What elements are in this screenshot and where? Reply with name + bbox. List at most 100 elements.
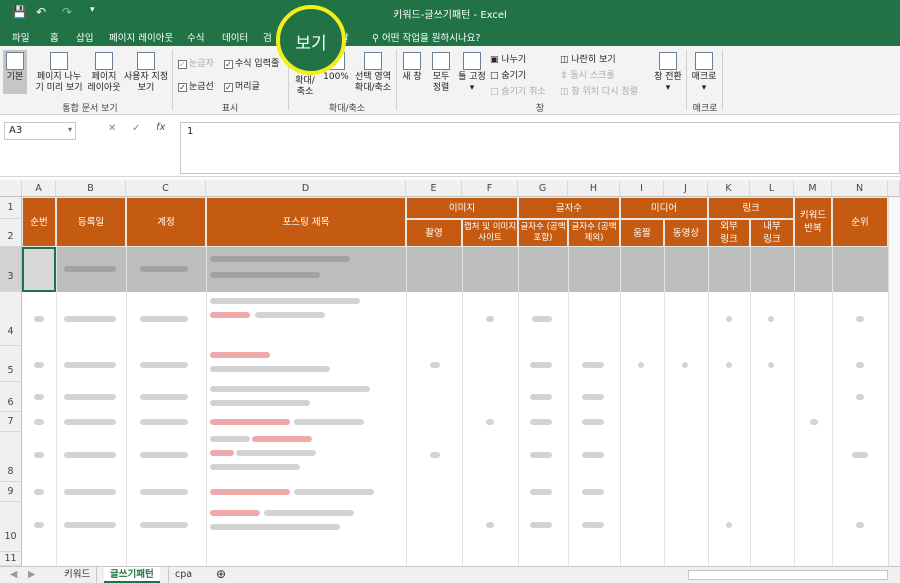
column-header[interactable]: B bbox=[56, 180, 126, 197]
custom-views-icon bbox=[137, 52, 155, 70]
sync-scroll-button[interactable]: ⇕ 동시 스크롤 bbox=[560, 68, 615, 81]
column-header[interactable]: L bbox=[750, 180, 794, 197]
ruler-checkbox[interactable]: ✓ 눈금자 bbox=[178, 56, 214, 69]
blurred-text bbox=[582, 394, 604, 400]
header-cell[interactable]: 글자수 (공백포함) bbox=[518, 219, 568, 247]
tab-file[interactable]: 파일 bbox=[12, 30, 29, 44]
header-cell[interactable]: 글자수 (공백제외) bbox=[568, 219, 620, 247]
scroll-right-icon[interactable]: ▶ bbox=[22, 567, 41, 583]
blurred-text bbox=[726, 362, 732, 368]
cancel-icon[interactable]: ✕ bbox=[108, 123, 116, 134]
row-header[interactable]: 8 bbox=[0, 432, 22, 482]
header-cell[interactable]: 동영상 bbox=[664, 219, 708, 247]
tab-review[interactable]: 검 bbox=[263, 30, 272, 44]
tab-page-layout[interactable]: 페이지 레이아웃 bbox=[109, 30, 173, 44]
tab-formulas[interactable]: 수식 bbox=[187, 30, 204, 44]
column-header[interactable]: K bbox=[708, 180, 750, 197]
tab-insert[interactable]: 삽입 bbox=[76, 30, 93, 44]
row-header[interactable]: 5 bbox=[0, 346, 22, 382]
column-header[interactable]: E bbox=[406, 180, 462, 197]
row-header[interactable]: 2 bbox=[0, 219, 22, 247]
vertical-scrollbar[interactable] bbox=[888, 197, 900, 566]
freeze-panes-icon bbox=[463, 52, 481, 70]
page-break-icon bbox=[50, 52, 68, 70]
horizontal-scrollbar[interactable] bbox=[688, 570, 888, 580]
tell-me[interactable]: ⚲ 어떤 작업을 원하시나요? bbox=[372, 30, 480, 44]
sheet-tab-active[interactable]: 글쓰기패턴 bbox=[104, 567, 160, 583]
zoom-selection-button[interactable]: 선택 영역 확대/축소 bbox=[353, 52, 393, 94]
select-all-corner[interactable] bbox=[0, 180, 22, 197]
row-header[interactable]: 3 bbox=[0, 247, 22, 292]
unhide-button[interactable]: □ 숨기기 취소 bbox=[490, 84, 546, 97]
chevron-down-icon[interactable]: ▾ bbox=[68, 125, 72, 134]
headings-checkbox[interactable]: ✓ 머리글 bbox=[224, 79, 260, 92]
worksheet-grid[interactable]: A B C D E F G H I J K L M N 1 2 3 4 5 6 … bbox=[0, 180, 900, 566]
active-tab-highlight[interactable]: 보기 bbox=[276, 5, 346, 75]
column-header[interactable]: J bbox=[664, 180, 708, 197]
formula-input[interactable]: 1 bbox=[180, 122, 900, 174]
header-cell[interactable]: 순번 bbox=[22, 197, 56, 247]
row-header[interactable]: 4 bbox=[0, 292, 22, 346]
gridlines-checkbox[interactable]: ✓ 눈금선 bbox=[178, 79, 214, 92]
column-header[interactable]: A bbox=[22, 180, 56, 197]
column-header[interactable]: H bbox=[568, 180, 620, 197]
column-header[interactable]: F bbox=[462, 180, 518, 197]
column-header[interactable]: G bbox=[518, 180, 568, 197]
tab-data[interactable]: 데이터 bbox=[222, 30, 248, 44]
sheet-tab[interactable]: 키워드 bbox=[58, 567, 98, 583]
header-cell[interactable]: 움짤 bbox=[620, 219, 664, 247]
page-layout-view-button[interactable]: 페이지 레이아웃 bbox=[86, 52, 122, 94]
header-cell[interactable]: 키워드 반복 bbox=[794, 197, 832, 247]
enter-icon[interactable]: ✓ bbox=[132, 123, 140, 134]
sheet-tab[interactable]: cpa bbox=[168, 567, 198, 583]
blurred-text bbox=[486, 419, 494, 425]
row-header[interactable]: 6 bbox=[0, 382, 22, 412]
tab-home[interactable]: 홈 bbox=[50, 30, 59, 44]
active-cell-a3[interactable] bbox=[22, 247, 56, 292]
header-cell[interactable]: 내부 링크 bbox=[750, 219, 794, 247]
row-header[interactable]: 11 bbox=[0, 552, 22, 566]
custom-views-button[interactable]: 사용자 지정 보기 bbox=[122, 52, 170, 94]
column-header[interactable]: D bbox=[206, 180, 406, 197]
column-header[interactable]: N bbox=[832, 180, 888, 197]
header-cell[interactable]: 포스팅 제목 bbox=[206, 197, 406, 247]
row-header[interactable]: 9 bbox=[0, 482, 22, 502]
new-window-button[interactable]: 새 창 bbox=[400, 52, 424, 83]
hide-button[interactable]: □ 숨기기 bbox=[490, 68, 526, 81]
switch-windows-button[interactable]: 창 전환 ▾ bbox=[652, 52, 684, 94]
gridline bbox=[568, 247, 569, 566]
column-header[interactable]: C bbox=[126, 180, 206, 197]
header-cell[interactable]: 링크 bbox=[708, 197, 794, 219]
formula-bar-checkbox[interactable]: ✓ 수식 입력줄 bbox=[224, 56, 279, 69]
row-header[interactable]: 7 bbox=[0, 412, 22, 432]
macros-button[interactable]: 매크로 ▾ bbox=[690, 52, 718, 94]
name-box[interactable]: A3 bbox=[4, 122, 76, 140]
split-button[interactable]: ▣ 나누기 bbox=[490, 52, 526, 65]
blurred-text bbox=[140, 394, 188, 400]
header-cell[interactable]: 촬영 bbox=[406, 219, 462, 247]
view-side-by-side-button[interactable]: ◫ 나란히 보기 bbox=[560, 52, 616, 65]
header-cell[interactable]: 글자수 bbox=[518, 197, 620, 219]
row-header[interactable]: 1 bbox=[0, 197, 22, 219]
arrange-all-button[interactable]: 모두 정렬 bbox=[428, 52, 454, 94]
switch-windows-icon bbox=[659, 52, 677, 70]
reset-window-position-button[interactable]: ◫ 창 위치 다시 정렬 bbox=[560, 84, 638, 97]
header-cell[interactable]: 이미지 bbox=[406, 197, 518, 219]
page-break-preview-button[interactable]: 페이지 나누 기 미리 보기 bbox=[32, 52, 86, 94]
header-cell[interactable]: 계정 bbox=[126, 197, 206, 247]
header-cell[interactable]: 캡처 및 이미지사이트 bbox=[462, 219, 518, 247]
column-header[interactable]: M bbox=[794, 180, 832, 197]
column-header[interactable]: I bbox=[620, 180, 664, 197]
normal-view-button[interactable]: 기본 bbox=[3, 50, 27, 94]
header-cell[interactable]: 등록일 bbox=[56, 197, 126, 247]
zoom-button[interactable]: 확대/축소 bbox=[292, 76, 318, 98]
insert-function-icon[interactable]: fx bbox=[156, 122, 165, 133]
header-cell[interactable]: 순위 bbox=[832, 197, 888, 247]
row-header[interactable]: 10 bbox=[0, 502, 22, 552]
scroll-left-icon[interactable]: ◀ bbox=[4, 567, 23, 583]
add-sheet-icon[interactable]: ⊕ bbox=[210, 567, 232, 583]
header-cell[interactable]: 미디어 bbox=[620, 197, 708, 219]
custom-views-label-2: 보기 bbox=[137, 83, 155, 93]
header-cell[interactable]: 외부 링크 bbox=[708, 219, 750, 247]
freeze-panes-button[interactable]: 틀 고정 ▾ bbox=[456, 52, 488, 94]
